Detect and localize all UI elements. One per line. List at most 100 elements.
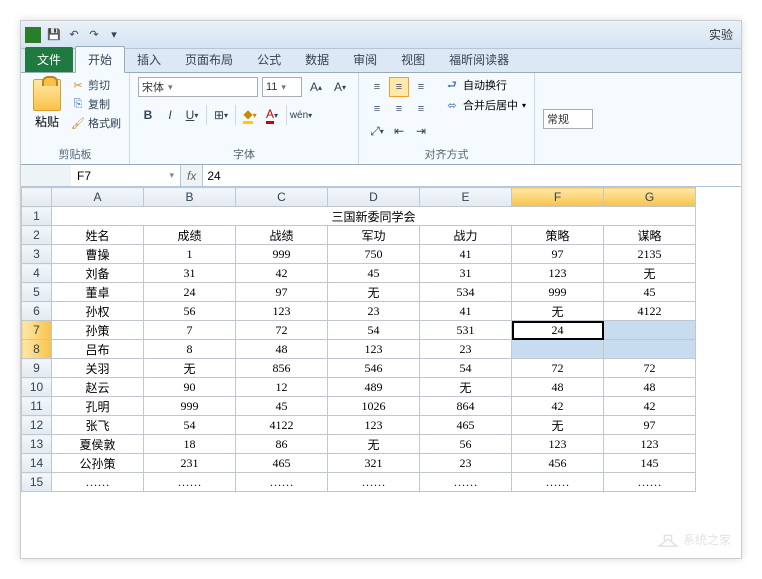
data-cell[interactable]: 97	[604, 416, 696, 435]
fill-color-button[interactable]: ◆▾	[240, 105, 260, 125]
data-cell[interactable]: 无	[328, 435, 420, 454]
font-name-combo[interactable]: 宋体▾	[138, 77, 258, 97]
header-cell[interactable]: 谋略	[604, 226, 696, 245]
decrease-indent-icon[interactable]: ⇤	[389, 121, 409, 141]
save-icon[interactable]: 💾	[45, 26, 63, 44]
format-painter-button[interactable]: 🖌格式刷	[71, 115, 121, 131]
data-cell[interactable]: 231	[144, 454, 236, 473]
data-cell[interactable]: 董卓	[52, 283, 144, 302]
row-header-6[interactable]: 6	[22, 302, 52, 321]
data-cell[interactable]: 123	[604, 435, 696, 454]
header-cell[interactable]: 军功	[328, 226, 420, 245]
tab-review[interactable]: 审阅	[341, 47, 389, 72]
data-cell[interactable]: ……	[604, 473, 696, 492]
border-button[interactable]: ⊞▾	[211, 105, 231, 125]
data-cell[interactable]: 31	[420, 264, 512, 283]
data-cell[interactable]: 465	[236, 454, 328, 473]
data-cell[interactable]: 孙权	[52, 302, 144, 321]
align-left-icon[interactable]: ≡	[367, 99, 387, 119]
data-cell[interactable]: 145	[604, 454, 696, 473]
row-header-4[interactable]: 4	[22, 264, 52, 283]
data-cell[interactable]: 4122	[604, 302, 696, 321]
data-cell[interactable]: 赵云	[52, 378, 144, 397]
data-cell[interactable]: 90	[144, 378, 236, 397]
data-cell[interactable]: 无	[512, 416, 604, 435]
underline-button[interactable]: U▾	[182, 105, 202, 125]
data-cell[interactable]: 56	[144, 302, 236, 321]
col-header-F[interactable]: F	[512, 188, 604, 207]
header-cell[interactable]: 战力	[420, 226, 512, 245]
data-cell[interactable]: 864	[420, 397, 512, 416]
data-cell[interactable]: 24	[512, 321, 604, 340]
data-cell[interactable]: 8	[144, 340, 236, 359]
col-header-B[interactable]: B	[144, 188, 236, 207]
align-center-icon[interactable]: ≡	[389, 99, 409, 119]
align-top-icon[interactable]: ≡	[367, 77, 387, 97]
data-cell[interactable]: 123	[328, 416, 420, 435]
row-header-5[interactable]: 5	[22, 283, 52, 302]
row-header-3[interactable]: 3	[22, 245, 52, 264]
qat-dropdown-icon[interactable]: ▾	[105, 26, 123, 44]
data-cell[interactable]: 48	[512, 378, 604, 397]
data-cell[interactable]: 无	[420, 378, 512, 397]
name-box[interactable]: F7▾	[71, 165, 181, 186]
row-header-11[interactable]: 11	[22, 397, 52, 416]
data-cell[interactable]: 999	[144, 397, 236, 416]
data-cell[interactable]: 97	[512, 245, 604, 264]
col-header-A[interactable]: A	[52, 188, 144, 207]
data-cell[interactable]: 无	[328, 283, 420, 302]
data-cell[interactable]: 42	[604, 397, 696, 416]
align-bottom-icon[interactable]: ≡	[411, 77, 431, 97]
data-cell[interactable]: ……	[144, 473, 236, 492]
data-cell[interactable]: 489	[328, 378, 420, 397]
data-cell[interactable]	[604, 321, 696, 340]
data-cell[interactable]: 张飞	[52, 416, 144, 435]
increase-font-icon[interactable]: A▴	[306, 77, 326, 97]
paste-button[interactable]: 粘贴	[29, 77, 65, 132]
data-cell[interactable]: 86	[236, 435, 328, 454]
data-cell[interactable]: 123	[512, 435, 604, 454]
fx-icon[interactable]: fx	[181, 169, 202, 183]
italic-button[interactable]: I	[160, 105, 180, 125]
tab-start[interactable]: 开始	[75, 46, 125, 73]
data-cell[interactable]: 吕布	[52, 340, 144, 359]
row-header-1[interactable]: 1	[22, 207, 52, 226]
phonetic-button[interactable]: wén▾	[291, 105, 311, 125]
row-header-2[interactable]: 2	[22, 226, 52, 245]
data-cell[interactable]: 321	[328, 454, 420, 473]
orientation-button[interactable]: ⤢▾	[367, 121, 387, 141]
merge-center-button[interactable]: ⬄合并后居中▾	[445, 97, 526, 113]
data-cell[interactable]: 856	[236, 359, 328, 378]
worksheet[interactable]: ABCDEFG1三国新委同学会2姓名成绩战绩军功战力策略谋略3曹操1999750…	[21, 187, 741, 492]
data-cell[interactable]: 41	[420, 245, 512, 264]
data-cell[interactable]: 465	[420, 416, 512, 435]
row-header-13[interactable]: 13	[22, 435, 52, 454]
data-cell[interactable]: 72	[512, 359, 604, 378]
title-cell[interactable]: 三国新委同学会	[52, 207, 696, 226]
data-cell[interactable]: ……	[236, 473, 328, 492]
data-cell[interactable]: ……	[512, 473, 604, 492]
data-cell[interactable]: 45	[604, 283, 696, 302]
data-cell[interactable]: 孙策	[52, 321, 144, 340]
data-cell[interactable]: 7	[144, 321, 236, 340]
data-cell[interactable]: 2135	[604, 245, 696, 264]
tab-file[interactable]: 文件	[25, 47, 73, 72]
data-cell[interactable]: 72	[236, 321, 328, 340]
formula-input[interactable]: 24	[202, 165, 741, 186]
data-cell[interactable]: 23	[328, 302, 420, 321]
data-cell[interactable]: 1	[144, 245, 236, 264]
cut-button[interactable]: ✂剪切	[71, 77, 121, 93]
data-cell[interactable]: 1026	[328, 397, 420, 416]
tab-layout[interactable]: 页面布局	[173, 47, 245, 72]
data-cell[interactable]: 无	[604, 264, 696, 283]
data-cell[interactable]: 546	[328, 359, 420, 378]
header-cell[interactable]: 策略	[512, 226, 604, 245]
data-cell[interactable]: 54	[420, 359, 512, 378]
tab-view[interactable]: 视图	[389, 47, 437, 72]
data-cell[interactable]: 48	[236, 340, 328, 359]
data-cell[interactable]: 750	[328, 245, 420, 264]
data-cell[interactable]: ……	[52, 473, 144, 492]
data-cell[interactable]: 曹操	[52, 245, 144, 264]
data-cell[interactable]: 123	[328, 340, 420, 359]
header-cell[interactable]: 战绩	[236, 226, 328, 245]
